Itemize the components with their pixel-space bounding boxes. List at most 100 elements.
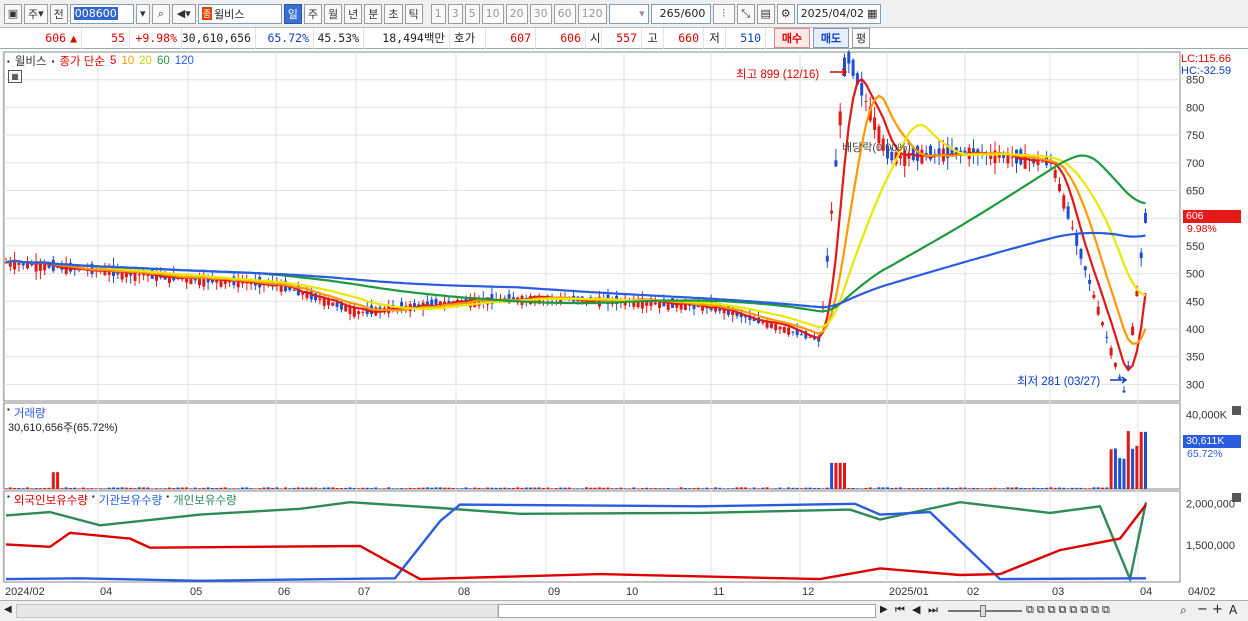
- minute-option-1[interactable]: 1: [430, 3, 446, 24]
- period-tab-day[interactable]: 일: [283, 3, 302, 24]
- minute-option-3[interactable]: 3: [447, 3, 463, 24]
- ma-120-label[interactable]: 120: [175, 55, 194, 67]
- go-prev-icon[interactable]: ◀: [912, 603, 920, 616]
- scroll-right-icon[interactable]: ▶: [880, 604, 888, 615]
- panel-handle-icon[interactable]: ▪: [7, 57, 10, 66]
- volume-bar: [563, 487, 567, 489]
- date-field[interactable]: 2025/04/02 ▦: [796, 3, 881, 24]
- price-panel-title[interactable]: 윌비스: [15, 53, 47, 69]
- go-next-icon[interactable]: ⏭: [928, 603, 938, 617]
- volume-bar: [34, 488, 38, 489]
- change-value: 55: [82, 27, 130, 49]
- volume-bar: [709, 488, 713, 489]
- volume-bar: [124, 487, 128, 489]
- open-label: 시: [586, 27, 602, 49]
- volume-bar: [21, 488, 25, 489]
- volume-bar: [185, 487, 189, 489]
- speaker-icon[interactable]: ◀▾: [171, 3, 196, 24]
- code-input[interactable]: 008600: [69, 3, 134, 24]
- eval-button[interactable]: 평: [852, 28, 870, 48]
- count-field[interactable]: 265/600: [650, 3, 711, 24]
- minute-option-30[interactable]: 30: [529, 3, 552, 24]
- volume-bar: [202, 487, 206, 489]
- volume-bar: [296, 487, 300, 489]
- trade-amount: 18,494백만: [364, 27, 450, 49]
- candle-body: [335, 302, 339, 307]
- calendar-icon[interactable]: ▦: [867, 7, 877, 20]
- volume-bar: [821, 488, 825, 489]
- scroll-track[interactable]: [16, 604, 498, 618]
- chart-svg[interactable]: 850800750700650600550500450400350300 40,…: [0, 50, 1248, 600]
- draw-tool-icon[interactable]: ⤡: [736, 3, 755, 24]
- gear-icon[interactable]: ⚙: [776, 3, 795, 24]
- minute-option-5[interactable]: 5: [464, 3, 480, 24]
- legend-foreign[interactable]: 외국인보유수량: [14, 492, 88, 508]
- price-panel-legend: ▪ 윌비스 ▪ 종가 단순 5 10 20 60 120: [7, 53, 194, 69]
- volume-close-icon[interactable]: [1232, 406, 1241, 415]
- volume-pct-tag: 65.72%: [1187, 448, 1223, 460]
- scroll-left-icon[interactable]: ◀: [4, 604, 12, 615]
- search-icon[interactable]: ⌕: [151, 3, 170, 24]
- code-dropdown-icon[interactable]: ▾: [135, 3, 150, 24]
- minute-option-60[interactable]: 60: [553, 3, 576, 24]
- sell-button[interactable]: 매도: [813, 28, 849, 48]
- zoom-out-icon[interactable]: −: [1197, 602, 1208, 617]
- volume-bar: [692, 488, 696, 489]
- zoom-search-icon[interactable]: ⌕: [1180, 603, 1187, 618]
- candle-body: [1075, 233, 1079, 246]
- ma-20-label[interactable]: 20: [139, 55, 152, 67]
- period-tab-month[interactable]: 월: [324, 3, 343, 24]
- ma-60-label[interactable]: 60: [157, 55, 170, 67]
- candle-body: [352, 307, 356, 317]
- layout-icon[interactable]: ▣: [4, 3, 22, 24]
- prev-button[interactable]: 전: [49, 3, 68, 24]
- go-first-icon[interactable]: ⏮: [895, 603, 905, 617]
- x-axis-label: 2024/02: [5, 586, 45, 598]
- volume-bar: [550, 488, 554, 489]
- price-y-tick: 300: [1186, 379, 1204, 391]
- text-size-icon[interactable]: A: [1229, 603, 1237, 617]
- ma-10-label[interactable]: 10: [121, 55, 134, 67]
- volume-bar: [1079, 487, 1083, 489]
- period-tab-second[interactable]: 초: [384, 3, 403, 24]
- zoom-in-icon[interactable]: +: [1212, 602, 1223, 617]
- grid-toggle-icon[interactable]: ▦: [8, 70, 22, 83]
- legend-individual[interactable]: 개인보유수량: [173, 492, 236, 508]
- custom-period-select[interactable]: ▾: [608, 3, 649, 24]
- legend-institution[interactable]: 기관보유수량: [99, 492, 162, 508]
- ma-5-label[interactable]: 5: [110, 55, 116, 67]
- volume-bar: [520, 487, 524, 489]
- volume-bar: [787, 487, 791, 489]
- dividend-note: 배당락(0.00%): [842, 142, 911, 154]
- volume-bar: [133, 488, 137, 489]
- candle-body: [331, 302, 335, 306]
- candle-type-icon[interactable]: ⫶: [712, 3, 735, 24]
- period-tab-year[interactable]: 년: [344, 3, 363, 24]
- chart-area[interactable]: 850800750700650600550500450400350300 40,…: [0, 50, 1248, 621]
- stock-name-field[interactable]: 종 윌비스: [197, 3, 282, 24]
- volume-value-label: 30,610,656주(65.72%): [8, 422, 118, 434]
- volume-bar: [1015, 487, 1018, 489]
- ma-label[interactable]: 종가 단순: [59, 53, 105, 69]
- minute-option-120[interactable]: 120: [577, 3, 607, 24]
- save-icon[interactable]: ▤: [756, 3, 775, 24]
- period-tab-minute[interactable]: 분: [364, 3, 383, 24]
- minute-option-20[interactable]: 20: [505, 3, 528, 24]
- minute-option-10[interactable]: 10: [481, 3, 504, 24]
- volume-bar: [1032, 487, 1036, 489]
- candle-body: [142, 274, 146, 276]
- volume-y-axis: 40,000K: [1186, 409, 1228, 421]
- volume-bar: [959, 487, 963, 489]
- buy-button[interactable]: 매수: [774, 28, 810, 48]
- holding-close-icon[interactable]: [1232, 493, 1241, 502]
- volume-bar: [761, 487, 765, 489]
- volume-bar: [666, 487, 670, 489]
- view-icons[interactable]: ⧉⧉⧉⧉⧉⧉⧉⧉: [1026, 603, 1113, 617]
- zoom-slider-handle[interactable]: [980, 605, 986, 617]
- panel-handle-icon[interactable]: ▪: [7, 492, 10, 508]
- volume-bar: [1109, 449, 1113, 489]
- market-select[interactable]: 주 ▾: [24, 3, 48, 24]
- period-tab-week[interactable]: 주: [303, 3, 323, 24]
- scroll-thumb[interactable]: [498, 604, 876, 618]
- period-tab-tick[interactable]: 틱: [404, 3, 423, 24]
